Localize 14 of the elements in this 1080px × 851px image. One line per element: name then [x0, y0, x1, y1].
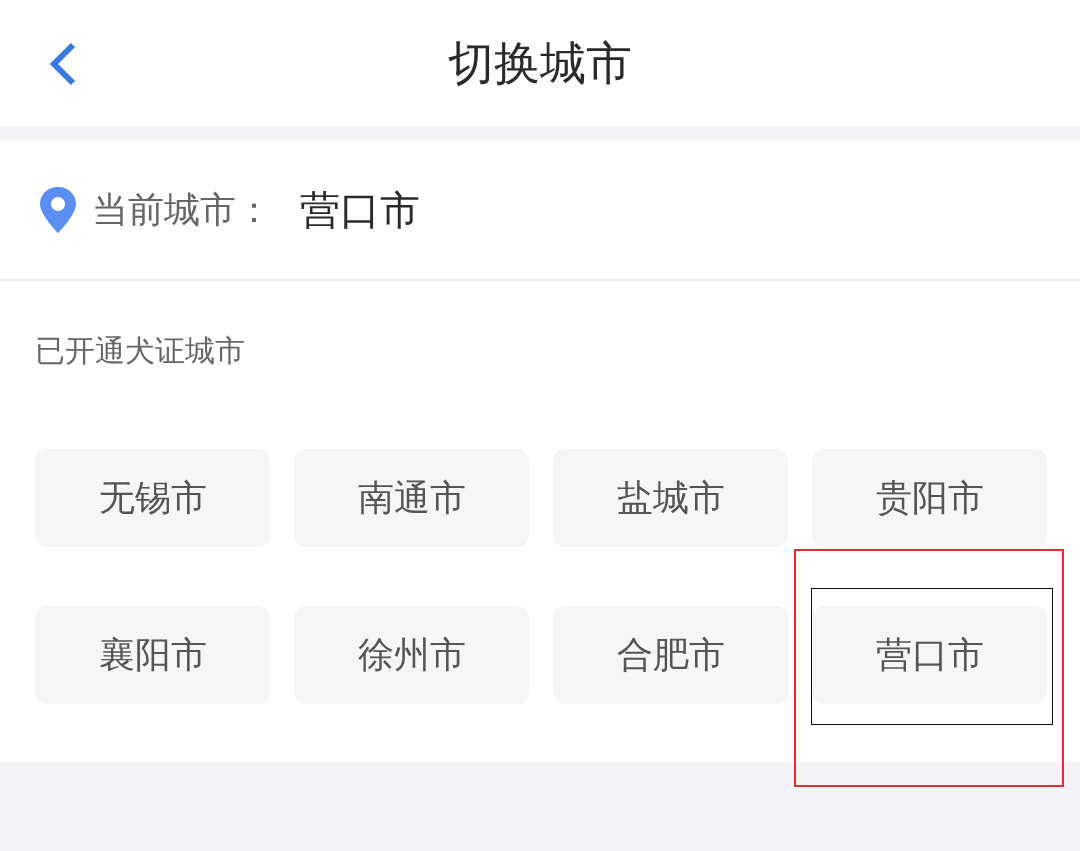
back-icon[interactable] [48, 42, 78, 86]
city-button[interactable]: 营口市 [812, 606, 1047, 704]
city-button[interactable]: 合肥市 [553, 606, 788, 704]
current-city-name: 营口市 [300, 185, 420, 235]
city-button[interactable]: 南通市 [294, 449, 529, 547]
current-city-label: 当前城市： [92, 187, 272, 232]
city-button[interactable]: 襄阳市 [35, 606, 270, 704]
page-title: 切换城市 [448, 34, 632, 92]
city-button[interactable]: 无锡市 [35, 449, 270, 547]
location-pin-icon [38, 185, 78, 235]
section-title: 已开通犬证城市 [35, 332, 246, 370]
city-button[interactable]: 贵阳市 [812, 449, 1047, 547]
city-button[interactable]: 徐州市 [294, 606, 529, 704]
city-button[interactable]: 盐城市 [553, 449, 788, 547]
